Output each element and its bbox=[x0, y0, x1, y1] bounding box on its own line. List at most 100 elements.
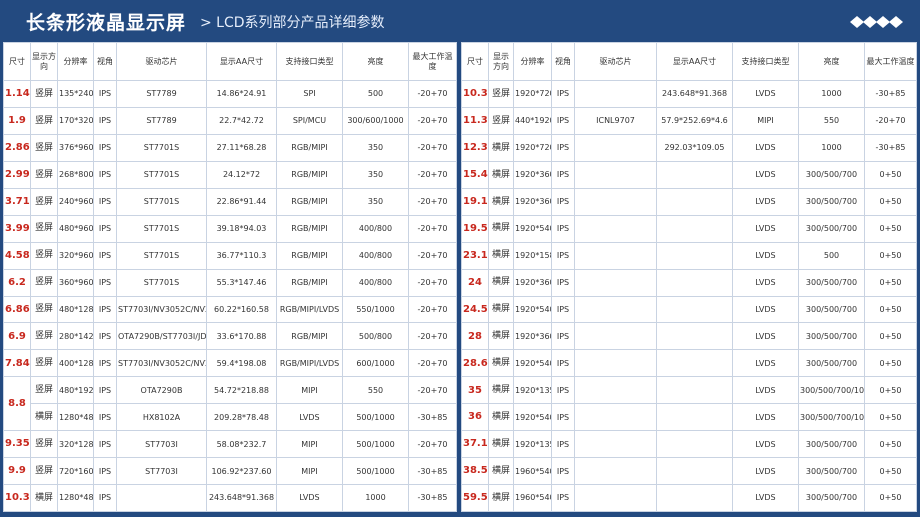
aa-size-cell: 27.11*68.28 bbox=[206, 133, 277, 162]
table-row: 2.86 竖屏 376*960 IPS ST7701S 27.11*68.28 RGB/MI… bbox=[3, 133, 457, 162]
aa-size-cell: 33.6*170.88 bbox=[206, 322, 277, 351]
page-subtitle: > LCD系列部分产品详细参数 bbox=[200, 15, 385, 31]
aa-size-cell: 209.28*78.48 bbox=[206, 403, 277, 432]
resolution-cell: 720*1600 bbox=[57, 457, 94, 486]
brightness-cell: 400/800 bbox=[342, 268, 409, 297]
interface-cell: LVDS bbox=[276, 484, 343, 512]
aa-size-cell: 243.648*91.368 bbox=[206, 484, 277, 512]
table-row: 23.1 横屏 1920*158 IPS LVDS 500 0+50 bbox=[461, 241, 917, 270]
aa-size-cell bbox=[656, 241, 733, 270]
size-cell: 10.3 bbox=[3, 484, 31, 512]
brightness-cell: 300/500/700 bbox=[798, 268, 865, 297]
max-temp-cell: -20+70 bbox=[408, 106, 457, 135]
size-cell: 38.5 bbox=[461, 457, 489, 486]
brightness-cell: 400/800 bbox=[342, 241, 409, 270]
view-angle-cell: IPS bbox=[93, 457, 117, 486]
interface-cell: LVDS bbox=[732, 403, 799, 432]
interface-cell: LVDS bbox=[732, 133, 799, 162]
interface-cell: RGB/MIPI bbox=[276, 187, 343, 216]
aa-size-header: 显示AA尺寸 bbox=[206, 42, 277, 81]
brightness-cell: 500 bbox=[342, 80, 409, 108]
table-row: 4.58 竖屏 320*960 IPS ST7701S 36.77*110.3 RGB/MI… bbox=[3, 241, 457, 270]
orientation-cell: 竖屏 bbox=[30, 295, 58, 324]
driver-chip-cell: ST7701S bbox=[116, 133, 207, 162]
table-row: 15.4 横屏 1920*360 IPS LVDS 300/500/700 0+50 bbox=[461, 160, 917, 189]
max-temp-cell: -20+70 bbox=[408, 187, 457, 216]
resolution-cell: 1920*135 bbox=[513, 430, 552, 459]
driver-chip-header: 驱动芯片 bbox=[116, 42, 207, 81]
table-row: 9.9竖屏720*1600IPSST7703I106.92*237.60MIPI… bbox=[3, 457, 457, 486]
orientation-cell: 横屏 bbox=[488, 241, 514, 270]
table-row: 10.3横屏1280*480IPS 243.648*91.368LVDS1000-… bbox=[3, 484, 457, 512]
resolution-cell: 1920*360 bbox=[513, 187, 552, 216]
resolution-cell: 1920*360 bbox=[513, 160, 552, 189]
interface-cell: RGB/MIPI bbox=[276, 214, 343, 243]
resolution-cell: 240*960 bbox=[57, 187, 94, 216]
resolution-cell: 170*320 bbox=[57, 106, 94, 135]
size-cell: 8.8 bbox=[3, 376, 31, 432]
max-temp-cell: 0+50 bbox=[864, 430, 917, 459]
interface-cell: LVDS bbox=[732, 430, 799, 459]
interface-cell: LVDS bbox=[732, 187, 799, 216]
max-temp-cell: 0+50 bbox=[864, 484, 917, 512]
table-row: 1.9 竖屏 170*320 IPS ST7789 22.7*42.72 SPI/MCU 30… bbox=[3, 106, 457, 135]
interface-header: 支持接口类型 bbox=[276, 42, 343, 81]
resolution-cell: 135*240 bbox=[57, 80, 94, 108]
view-angle-header: 视角 bbox=[551, 42, 575, 81]
orientation-cell: 竖屏 bbox=[30, 241, 58, 270]
size-header: 尺寸 bbox=[3, 42, 31, 81]
orientation-cell: 竖屏 bbox=[30, 376, 58, 405]
orientation-cell: 竖屏 bbox=[30, 430, 58, 459]
brightness-cell: 300/500/700 bbox=[798, 457, 865, 486]
table-row: 35横屏1920*135IPS LVDS300/500/700/10000+50 bbox=[461, 376, 917, 405]
driver-chip-cell: ST7703I bbox=[116, 430, 207, 459]
driver-chip-cell: ST7703I bbox=[116, 457, 207, 486]
brightness-cell: 500/1000 bbox=[342, 457, 409, 486]
orientation-cell: 横屏 bbox=[488, 295, 514, 324]
max-temp-cell: 0+50 bbox=[864, 241, 917, 270]
size-cell: 35 bbox=[461, 376, 489, 405]
driver-chip-cell: ST7703I/NV3052C/NV3051FL bbox=[116, 349, 207, 378]
brightness-cell: 500/800 bbox=[342, 322, 409, 351]
size-cell: 12.3 bbox=[461, 133, 489, 162]
max-temp-cell: -20+70 bbox=[408, 133, 457, 162]
orientation-cell: 横屏 bbox=[488, 376, 514, 405]
driver-chip-cell: ST7789 bbox=[116, 80, 207, 108]
aa-size-cell bbox=[656, 160, 733, 189]
driver-chip-cell bbox=[574, 268, 657, 297]
brightness-header: 亮度 bbox=[342, 42, 409, 81]
aa-size-cell bbox=[656, 376, 733, 405]
table-row: 6.86竖屏480*1280IPSST7703I/NV3052C/NV3051F… bbox=[3, 295, 457, 324]
size-cell: 3.99 bbox=[3, 214, 31, 243]
view-angle-cell: IPS bbox=[551, 106, 575, 135]
size-cell: 28 bbox=[461, 322, 489, 351]
orientation-cell: 竖屏 bbox=[30, 214, 58, 243]
orientation-cell: 横屏 bbox=[488, 403, 514, 432]
max-temp-cell: 0+50 bbox=[864, 376, 917, 405]
orientation-cell: 横屏 bbox=[488, 160, 514, 189]
resolution-cell: 1920*540 bbox=[513, 295, 552, 324]
view-angle-header: 视角 bbox=[93, 42, 117, 81]
table-row: 6.9竖屏280*1424IPSOTA7290B/ST7703I/JD93653… bbox=[3, 322, 457, 351]
max-temp-cell: 0+50 bbox=[864, 268, 917, 297]
brightness-cell: 350 bbox=[342, 160, 409, 189]
brightness-cell: 1000 bbox=[342, 484, 409, 512]
driver-chip-cell bbox=[574, 214, 657, 243]
orientation-cell: 竖屏 bbox=[30, 349, 58, 378]
interface-header: 支持接口类型 bbox=[732, 42, 799, 81]
view-angle-cell: IPS bbox=[551, 484, 575, 512]
size-cell: 10.3 bbox=[461, 80, 489, 108]
view-angle-cell: IPS bbox=[551, 187, 575, 216]
table-row: 3.99 竖屏 480*960 IPS ST7701S 39.18*94.03 RGB/MI… bbox=[3, 214, 457, 243]
max-temp-header: 最大工作温度 bbox=[408, 42, 457, 81]
brightness-header: 亮度 bbox=[798, 42, 865, 81]
orientation-cell: 横屏 bbox=[488, 322, 514, 351]
resolution-cell: 376*960 bbox=[57, 133, 94, 162]
driver-chip-cell bbox=[574, 160, 657, 189]
right-spec-panel: 尺寸 显示方向 分辨率 视角 驱动芯片 显示AA尺寸 支持接口类型 亮度 最大工作温度 10.3… bbox=[461, 42, 917, 512]
resolution-cell: 1920*135 bbox=[513, 376, 552, 405]
aa-size-cell: 22.7*42.72 bbox=[206, 106, 277, 135]
max-temp-cell: -20+70 bbox=[408, 322, 457, 351]
table-row: 28.6 横屏 1920*540 IPS LVDS 300/500/700 0+50 bbox=[461, 349, 917, 378]
driver-chip-cell bbox=[574, 457, 657, 486]
